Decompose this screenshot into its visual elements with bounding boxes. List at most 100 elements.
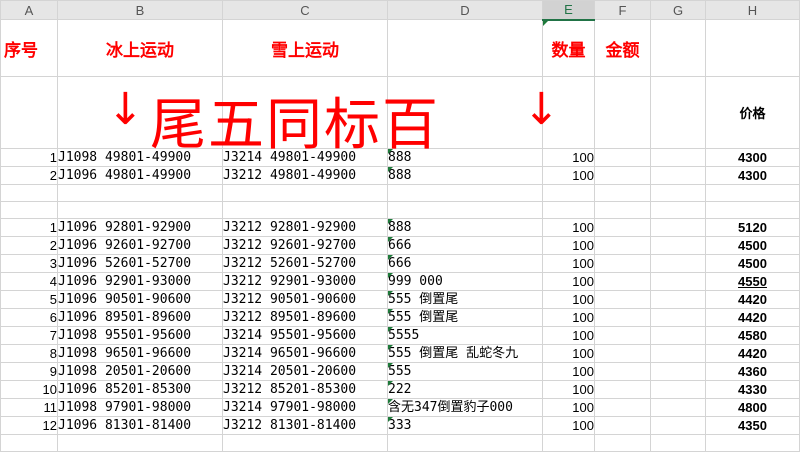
empty-cell[interactable] bbox=[57, 434, 223, 452]
index-cell[interactable]: 9 bbox=[0, 362, 58, 381]
snow-serial-cell[interactable]: J3212 92801-92900 bbox=[222, 218, 388, 237]
note-cell[interactable]: 555 倒置尾 bbox=[387, 308, 543, 327]
index-cell[interactable]: 12 bbox=[0, 416, 58, 435]
empty-cell[interactable] bbox=[650, 326, 706, 345]
quantity-cell[interactable]: 100 bbox=[542, 272, 595, 291]
header-empty-cell[interactable] bbox=[650, 19, 706, 77]
amount-cell[interactable] bbox=[594, 380, 651, 399]
empty-cell[interactable] bbox=[650, 380, 706, 399]
index-cell[interactable]: 1 bbox=[0, 218, 58, 237]
header-seq-cell[interactable]: 序号 bbox=[0, 19, 58, 77]
ice-serial-cell[interactable]: J1096 52601-52700 bbox=[57, 254, 223, 273]
snow-serial-cell[interactable]: J3212 92901-93000 bbox=[222, 272, 388, 291]
empty-cell[interactable] bbox=[650, 166, 706, 185]
quantity-cell[interactable]: 100 bbox=[542, 254, 595, 273]
header-empty-cell[interactable] bbox=[705, 19, 800, 77]
ice-serial-cell[interactable]: J1096 89501-89600 bbox=[57, 308, 223, 327]
empty-cell[interactable] bbox=[650, 344, 706, 363]
ice-serial-cell[interactable]: J1098 97901-98000 bbox=[57, 398, 223, 417]
quantity-cell[interactable]: 100 bbox=[542, 236, 595, 255]
price-cell[interactable]: 5120 bbox=[705, 218, 800, 237]
column-header-b[interactable]: B bbox=[57, 0, 223, 20]
note-cell[interactable]: 333 bbox=[387, 416, 543, 435]
amount-cell[interactable] bbox=[594, 398, 651, 417]
snow-serial-cell[interactable]: J3212 81301-81400 bbox=[222, 416, 388, 435]
ice-serial-cell[interactable]: J1096 92601-92700 bbox=[57, 236, 223, 255]
note-cell[interactable]: 含无347倒置豹子000 bbox=[387, 398, 543, 417]
empty-cell[interactable] bbox=[542, 184, 595, 202]
price-cell[interactable]: 4580 bbox=[705, 326, 800, 345]
ice-serial-cell[interactable]: J1098 20501-20600 bbox=[57, 362, 223, 381]
amount-cell[interactable] bbox=[594, 148, 651, 167]
amount-cell[interactable] bbox=[594, 236, 651, 255]
empty-cell[interactable] bbox=[222, 184, 388, 202]
quantity-cell[interactable]: 100 bbox=[542, 380, 595, 399]
empty-cell[interactable] bbox=[650, 254, 706, 273]
empty-cell[interactable] bbox=[650, 201, 706, 219]
price-cell[interactable]: 4420 bbox=[705, 344, 800, 363]
note-cell[interactable]: 555 bbox=[387, 362, 543, 381]
ice-serial-cell[interactable]: J1096 49801-49900 bbox=[57, 166, 223, 185]
price-cell[interactable]: 4500 bbox=[705, 236, 800, 255]
amount-cell[interactable] bbox=[594, 362, 651, 381]
empty-cell[interactable] bbox=[0, 184, 58, 202]
empty-cell[interactable] bbox=[650, 308, 706, 327]
price-cell[interactable]: 4330 bbox=[705, 380, 800, 399]
empty-cell[interactable] bbox=[650, 184, 706, 202]
snow-serial-cell[interactable]: J3212 85201-85300 bbox=[222, 380, 388, 399]
snow-serial-cell[interactable]: J3214 20501-20600 bbox=[222, 362, 388, 381]
quantity-cell[interactable]: 100 bbox=[542, 326, 595, 345]
empty-cell[interactable] bbox=[650, 416, 706, 435]
empty-cell[interactable] bbox=[594, 184, 651, 202]
empty-cell[interactable] bbox=[705, 434, 800, 452]
empty-cell[interactable] bbox=[650, 434, 706, 452]
quantity-cell[interactable]: 100 bbox=[542, 416, 595, 435]
price-cell[interactable]: 4300 bbox=[705, 148, 800, 167]
empty-cell[interactable] bbox=[57, 184, 223, 202]
index-cell[interactable]: 6 bbox=[0, 308, 58, 327]
ice-serial-cell[interactable]: J1098 95501-95600 bbox=[57, 326, 223, 345]
note-cell[interactable]: 222 bbox=[387, 380, 543, 399]
note-cell[interactable]: 555 倒置尾 bbox=[387, 290, 543, 309]
note-cell[interactable]: 666 bbox=[387, 236, 543, 255]
quantity-cell[interactable]: 100 bbox=[542, 308, 595, 327]
column-header-d[interactable]: D bbox=[387, 0, 543, 20]
snow-serial-cell[interactable]: J3214 97901-98000 bbox=[222, 398, 388, 417]
snow-serial-cell[interactable]: J3214 95501-95600 bbox=[222, 326, 388, 345]
banner-cell[interactable] bbox=[650, 76, 706, 149]
snow-serial-cell[interactable]: J3212 90501-90600 bbox=[222, 290, 388, 309]
price-cell[interactable]: 4300 bbox=[705, 166, 800, 185]
empty-cell[interactable] bbox=[650, 272, 706, 291]
price-cell[interactable]: 4550 bbox=[705, 272, 800, 291]
quantity-cell[interactable]: 100 bbox=[542, 290, 595, 309]
amount-cell[interactable] bbox=[594, 218, 651, 237]
amount-cell[interactable] bbox=[594, 272, 651, 291]
index-cell[interactable]: 2 bbox=[0, 236, 58, 255]
quantity-cell[interactable]: 100 bbox=[542, 398, 595, 417]
ice-serial-cell[interactable]: J1096 81301-81400 bbox=[57, 416, 223, 435]
price-cell[interactable]: 4500 bbox=[705, 254, 800, 273]
index-cell[interactable]: 1 bbox=[0, 148, 58, 167]
quantity-cell[interactable]: 100 bbox=[542, 166, 595, 185]
empty-cell[interactable] bbox=[594, 434, 651, 452]
empty-cell[interactable] bbox=[594, 201, 651, 219]
empty-cell[interactable] bbox=[542, 201, 595, 219]
empty-cell[interactable] bbox=[387, 184, 543, 202]
banner-cell[interactable] bbox=[594, 76, 651, 149]
ice-serial-cell[interactable]: J1098 96501-96600 bbox=[57, 344, 223, 363]
price-cell[interactable]: 4350 bbox=[705, 416, 800, 435]
ice-serial-cell[interactable]: J1096 85201-85300 bbox=[57, 380, 223, 399]
header-empty-cell[interactable] bbox=[387, 19, 543, 77]
index-cell[interactable]: 10 bbox=[0, 380, 58, 399]
snow-serial-cell[interactable]: J3212 52601-52700 bbox=[222, 254, 388, 273]
empty-cell[interactable] bbox=[57, 201, 223, 219]
note-cell[interactable]: 5555 bbox=[387, 326, 543, 345]
header-ice-cell[interactable]: 冰上运动 bbox=[57, 19, 223, 77]
empty-cell[interactable] bbox=[542, 434, 595, 452]
column-header-f[interactable]: F bbox=[594, 0, 651, 20]
price-cell[interactable]: 4420 bbox=[705, 290, 800, 309]
amount-cell[interactable] bbox=[594, 326, 651, 345]
empty-cell[interactable] bbox=[650, 290, 706, 309]
amount-cell[interactable] bbox=[594, 290, 651, 309]
amount-cell[interactable] bbox=[594, 416, 651, 435]
